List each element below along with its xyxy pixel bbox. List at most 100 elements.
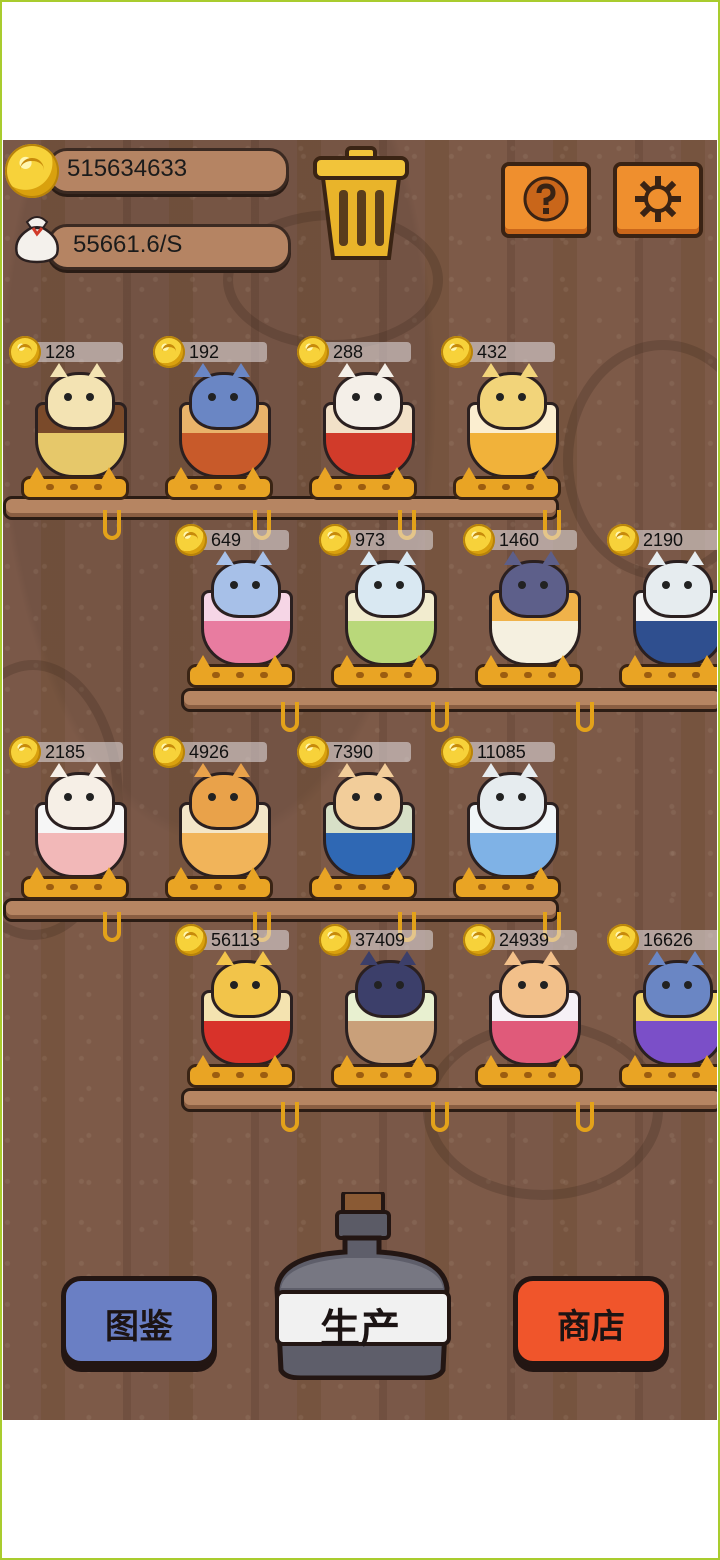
shelf-hook [281, 1102, 299, 1132]
cat-figure [211, 551, 281, 618]
cat-slot[interactable]: 37409 [319, 924, 459, 1094]
cat-figure [355, 551, 425, 618]
cat-slot[interactable]: 288 [297, 336, 437, 506]
cat-price: 7390 [333, 742, 374, 762]
cat-figure [45, 363, 115, 430]
cat-figure [643, 551, 713, 618]
cat-stand [21, 867, 129, 900]
question-mark-icon [523, 176, 569, 222]
cat-price: 24939 [499, 930, 550, 950]
cat-price: 649 [211, 530, 242, 550]
cat-price: 432 [477, 342, 508, 362]
cat-slot[interactable]: 973 [319, 524, 459, 694]
settings-button[interactable] [613, 162, 703, 238]
gold-coin-icon [319, 924, 351, 956]
cat-slot[interactable]: 128 [9, 336, 149, 506]
gold-coin-icon [9, 336, 41, 368]
cat-stand [165, 867, 273, 900]
cat-slot[interactable]: 11085 [441, 736, 581, 906]
catalog-button[interactable]: 图鉴 [61, 1276, 217, 1366]
gold-coin-icon [153, 736, 185, 768]
gold-coin-icon [441, 736, 473, 768]
trash-can-icon[interactable] [309, 146, 413, 264]
cat-figure [499, 951, 569, 1018]
cat-price: 56113 [211, 930, 260, 950]
income-rate: 55661.6/S [73, 231, 183, 258]
shelf-hook [576, 702, 594, 732]
shop-label: 商店 [557, 1308, 625, 1346]
cat-stand [165, 467, 273, 500]
cat-price: 37409 [355, 930, 406, 950]
game-screen: 515634633 55661.6/S 128 192 288 432 649 … [3, 140, 717, 1420]
cat-slot[interactable]: 2185 [9, 736, 149, 906]
gold-coin-icon [607, 924, 639, 956]
gold-coin-icon [319, 524, 351, 556]
shelf-hook [431, 1102, 449, 1132]
cat-figure [499, 551, 569, 618]
cat-figure [189, 363, 259, 430]
cat-stand [331, 1055, 439, 1088]
cat-figure [211, 951, 281, 1018]
cat-figure [643, 951, 713, 1018]
gold-coin-icon [175, 524, 207, 556]
gold-coin-icon [441, 336, 473, 368]
cat-slot[interactable]: 432 [441, 336, 581, 506]
cat-stand [21, 467, 129, 500]
help-button[interactable] [501, 162, 591, 238]
cat-price: 128 [45, 342, 76, 362]
cat-slot[interactable]: 16626 [607, 924, 717, 1094]
cat-figure [477, 363, 547, 430]
gold-coin-icon [297, 336, 329, 368]
cat-slot[interactable]: 1460 [463, 524, 603, 694]
cat-stand [331, 655, 439, 688]
cat-stand [309, 467, 417, 500]
shelf-hook [576, 1102, 594, 1132]
gold-coin-icon [9, 736, 41, 768]
gold-coin-icon [5, 144, 59, 198]
catalog-label: 图鉴 [105, 1308, 173, 1346]
cat-slot[interactable]: 7390 [297, 736, 437, 906]
cat-stand [475, 1055, 583, 1088]
shelf-hook [431, 702, 449, 732]
shelf-hook [103, 510, 121, 540]
cat-figure [333, 363, 403, 430]
cat-price: 192 [189, 342, 220, 362]
gear-icon [635, 176, 681, 222]
gold-coin-icon [175, 924, 207, 956]
coin-count: 515634633 [67, 155, 188, 182]
shelf-hook [103, 912, 121, 942]
cat-stand [475, 655, 583, 688]
cat-stand [453, 867, 561, 900]
cat-price: 288 [333, 342, 364, 362]
cat-figure [189, 763, 259, 830]
cat-price: 16626 [643, 930, 694, 950]
cat-stand [619, 1055, 717, 1088]
cat-slot[interactable]: 2190 [607, 524, 717, 694]
cat-stand [309, 867, 417, 900]
gold-coin-icon [463, 924, 495, 956]
cat-stand [187, 1055, 295, 1088]
cat-slot[interactable]: 192 [153, 336, 293, 506]
cat-slot[interactable]: 24939 [463, 924, 603, 1094]
cat-figure [355, 951, 425, 1018]
cat-price: 973 [355, 530, 386, 550]
cat-price: 4926 [189, 742, 230, 762]
produce-label[interactable]: 生产 [285, 1296, 435, 1354]
cat-price: 1460 [499, 530, 540, 550]
cat-stand [619, 655, 717, 688]
cat-figure [477, 763, 547, 830]
cat-stand [187, 655, 295, 688]
cat-price: 11085 [477, 742, 526, 762]
cat-slot[interactable]: 649 [175, 524, 315, 694]
cat-price: 2185 [45, 742, 86, 762]
gold-coin-icon [463, 524, 495, 556]
cat-price: 2190 [643, 530, 684, 550]
gold-coin-icon [153, 336, 185, 368]
shop-button[interactable]: 商店 [513, 1276, 669, 1366]
money-bag-icon [15, 216, 59, 264]
cat-figure [333, 763, 403, 830]
cat-stand [453, 467, 561, 500]
gold-coin-icon [607, 524, 639, 556]
cat-slot[interactable]: 4926 [153, 736, 293, 906]
cat-slot[interactable]: 56113 [175, 924, 315, 1094]
